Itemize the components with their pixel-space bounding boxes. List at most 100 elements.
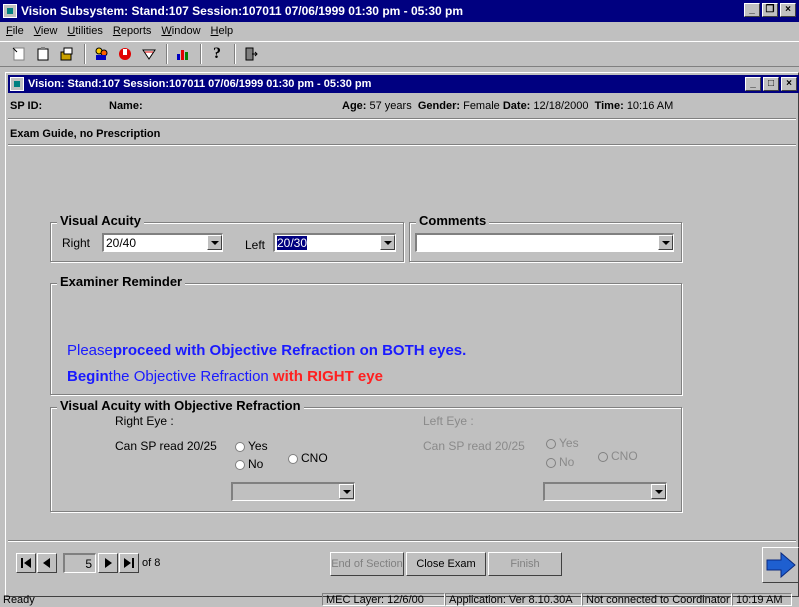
left-objective-select[interactable] [543, 482, 667, 501]
child-title: Vision: Stand:107 Session:107011 07/06/1… [28, 78, 372, 90]
chevron-down-icon[interactable] [380, 235, 395, 250]
menu-help[interactable]: Help [211, 25, 234, 37]
page-number-field[interactable]: 5 [63, 553, 96, 573]
menu-bar: File View Utilities Reports Window Help [0, 22, 799, 40]
left-no-radio[interactable]: No [546, 455, 574, 469]
toolbar-separator [234, 44, 236, 64]
status-application: Application: Ver 8.10.30A [445, 593, 582, 606]
date-label: Date: [502, 100, 531, 112]
visual-acuity-legend: Visual Acuity [57, 213, 144, 228]
left-cno-radio[interactable]: CNO [598, 449, 638, 463]
examiner-reminder-legend: Examiner Reminder [57, 274, 186, 289]
new-record-icon[interactable] [8, 44, 30, 64]
open-icon[interactable] [56, 44, 78, 64]
left-acuity-value: 20/30 [277, 236, 308, 250]
left-acuity-select[interactable]: 20/30 [273, 233, 396, 252]
app-icon [3, 4, 17, 18]
child-minimize-button[interactable]: _ [745, 77, 761, 91]
app-title: Vision Subsystem: Stand:107 Session:1070… [21, 4, 464, 18]
objective-refraction-legend: Visual Acuity with Objective Refraction [57, 398, 304, 413]
child-maximize-button[interactable]: □ [763, 77, 779, 91]
left-label: Left [245, 238, 266, 252]
menu-utilities[interactable]: Utilities [67, 25, 102, 37]
radio-icon [546, 457, 556, 468]
right-yes-label: Yes [248, 439, 268, 453]
chevron-down-icon[interactable] [207, 235, 222, 250]
end-of-section-button[interactable]: End of Section [330, 552, 404, 576]
reminder-line-1: Pleaseproceed with Objective Refraction … [67, 342, 466, 359]
divider [8, 540, 796, 542]
stop-icon[interactable] [114, 44, 136, 64]
right-question: Can SP read 20/25 [115, 439, 217, 453]
menu-file[interactable]: File [6, 25, 24, 37]
section-title: Exam Guide, no Prescription [10, 128, 161, 140]
status-clock: 10:19 AM [732, 593, 792, 606]
menu-window[interactable]: Window [161, 25, 200, 37]
prev-page-button[interactable] [37, 553, 57, 573]
page-number: 5 [85, 556, 92, 571]
age-value: 57 years [369, 100, 412, 112]
people-icon[interactable] [90, 44, 112, 64]
next-page-button[interactable] [98, 553, 118, 573]
app-title-bar[interactable]: Vision Subsystem: Stand:107 Session:1070… [0, 0, 799, 22]
finish-button[interactable]: Finish [488, 552, 562, 576]
page-count: of 8 [142, 557, 161, 569]
right-yes-radio[interactable]: Yes [235, 439, 268, 453]
right-cno-label: CNO [301, 451, 328, 465]
chevron-down-icon[interactable] [658, 235, 673, 250]
right-cno-radio[interactable]: CNO [288, 451, 328, 465]
chart-icon[interactable] [172, 44, 194, 64]
minimize-button[interactable]: _ [744, 3, 760, 17]
comments-legend: Comments [416, 213, 490, 228]
next-arrow-button[interactable] [762, 547, 799, 583]
reminder-begin: Begin [67, 368, 109, 385]
child-title-bar[interactable]: Vision: Stand:107 Session:107011 07/06/1… [8, 75, 799, 93]
close-button[interactable]: × [780, 3, 796, 17]
left-yes-radio[interactable]: Yes [546, 436, 579, 450]
age-label: Age: [342, 100, 367, 112]
divider [8, 144, 796, 146]
right-no-radio[interactable]: No [235, 457, 263, 471]
exit-icon[interactable] [240, 44, 262, 64]
toolbar: ? [0, 41, 799, 67]
help-icon[interactable]: ? [206, 44, 228, 64]
right-eye-label: Right Eye : [115, 414, 174, 428]
left-cno-label: CNO [611, 449, 638, 463]
left-eye-label: Left Eye : [423, 414, 474, 428]
patient-demographics: Age: 57 years Gender: Female Date: 12/18… [342, 100, 673, 112]
comments-select[interactable] [415, 233, 674, 252]
menu-view[interactable]: View [34, 25, 58, 37]
clipboard-icon[interactable] [32, 44, 54, 64]
restore-button[interactable]: ❐ [762, 3, 778, 17]
radio-icon [598, 451, 608, 462]
radio-icon [235, 441, 245, 452]
toolbar-separator [200, 44, 202, 64]
right-acuity-value: 20/40 [106, 236, 137, 250]
first-page-button[interactable] [16, 553, 36, 573]
radio-icon [235, 459, 245, 470]
left-no-label: No [559, 455, 575, 469]
gender-label: Gender: [417, 100, 461, 112]
child-close-button[interactable]: × [781, 77, 797, 91]
last-page-button[interactable] [119, 553, 139, 573]
chevron-down-icon[interactable] [651, 484, 666, 499]
right-no-label: No [248, 457, 264, 471]
time-value: 10:16 AM [626, 100, 674, 112]
date-value: 12/18/2000 [533, 100, 589, 112]
menu-reports[interactable]: Reports [113, 25, 152, 37]
gender-value: Female [463, 100, 500, 112]
status-bar: Ready MEC Layer: 12/6/00 Application: Ve… [0, 592, 799, 607]
right-objective-select[interactable] [231, 482, 355, 501]
sp-id-label: SP ID: [10, 100, 43, 112]
reminder-line-2: Beginthe Objective Refraction with RIGHT… [67, 368, 383, 385]
close-exam-button[interactable]: Close Exam [406, 552, 486, 576]
left-question: Can SP read 20/25 [423, 439, 525, 453]
left-yes-label: Yes [559, 436, 579, 450]
radio-icon [288, 453, 298, 464]
flag-icon[interactable] [138, 44, 160, 64]
right-label: Right [62, 236, 91, 250]
right-acuity-select[interactable]: 20/40 [102, 233, 223, 252]
reminder-right-eye: with RIGHT eye [272, 368, 383, 385]
chevron-down-icon[interactable] [339, 484, 354, 499]
toolbar-separator [84, 44, 86, 64]
